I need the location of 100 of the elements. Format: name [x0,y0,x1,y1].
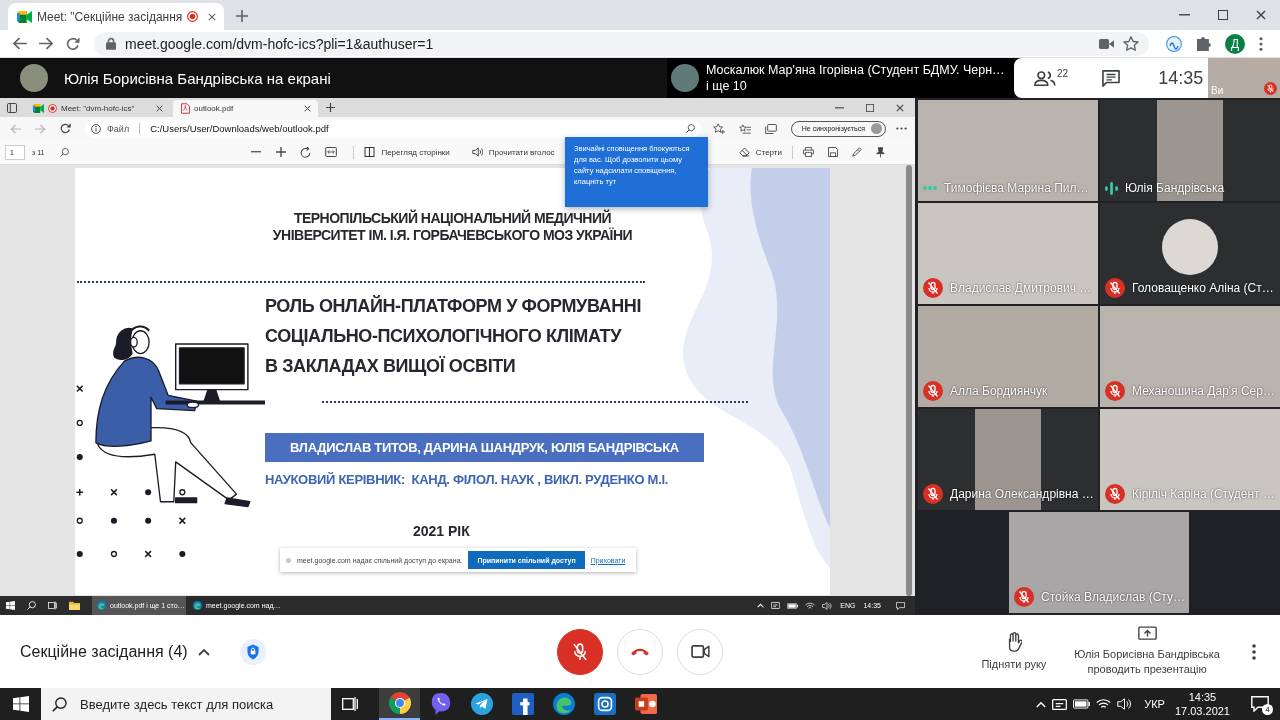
chevron-up-icon[interactable] [757,603,765,608]
page-view-button[interactable]: Перегляд сторінки [364,147,450,157]
shield-lock-icon[interactable] [239,638,266,665]
windows-logo-icon[interactable] [6,601,15,610]
save-icon[interactable] [828,147,838,157]
extension-icon[interactable] [1166,35,1182,52]
language-indicator[interactable]: УКР [1144,698,1165,710]
address-field[interactable]: Файл C:/Users/User/Downloads/web/outlook.pdf [85,119,701,138]
reload-icon[interactable] [66,36,80,51]
favorites-icon[interactable] [738,123,751,134]
browser-tab[interactable]: Meet: "Секційне засідання [8,3,225,30]
mic-off-icon [923,484,943,504]
minimize-icon[interactable] [835,106,844,109]
collections-icon[interactable] [764,123,777,134]
slide-title: РОЛЬ ОНЛАЙН-ПЛАТФОРМ У ФОРМУВАННІ СОЦІАЛЬНО-ПСИХОЛОГІЧНОГО КЛІМАТУ В ЗАКЛАДАХ ВИЩОЇ ОСВІТИ [265,294,641,378]
read-aloud-button[interactable]: Прочитати вголос [471,147,555,157]
notifications-button[interactable]: 4 [1240,688,1280,720]
year-label: 2021 РІК [413,523,470,539]
battery-icon[interactable] [787,602,799,609]
favorite-add-icon[interactable] [712,123,725,134]
volume-icon[interactable] [822,601,833,610]
volume-icon[interactable] [1117,698,1133,710]
minimize-icon[interactable] [1179,14,1190,16]
search-icon[interactable] [27,601,36,610]
video-camera-icon [690,645,710,658]
back-icon[interactable] [12,37,27,50]
clock-button[interactable]: 14:35 17.03.2021 [1174,690,1230,718]
camera-logo-icon [17,10,32,23]
present-icon [1137,626,1157,642]
maximize-icon[interactable] [1218,10,1228,20]
windows-logo-icon[interactable] [13,696,29,712]
participant-name: Кіріліч Каріна (Студент … [1132,487,1275,501]
pin-icon[interactable] [876,146,885,158]
zoom-icon[interactable] [685,124,695,133]
fit-page-icon[interactable] [325,147,338,157]
tray-app-icon[interactable] [1052,696,1068,712]
meeting-details-button[interactable]: Секційне засідання (4) [20,642,210,661]
profile-button[interactable]: Д [1225,33,1245,54]
browser-tab[interactable]: Meet: "dvm-hofc-ics" [25,100,170,117]
presentation-button[interactable]: Юлія Борисівна Бандрівська проводить презентацію [1074,626,1220,677]
mic-button[interactable] [557,628,603,675]
mic-off-icon [1105,381,1125,401]
close-icon[interactable] [156,105,163,112]
pinned-participant-name: Москалюк Мар'яна Ігорівна (Студент БДМУ. Черн… [706,62,1005,78]
people-button[interactable]: 22 [1034,70,1069,86]
close-icon[interactable] [896,103,904,112]
taskbar-button[interactable] [379,688,420,720]
zoom-in-icon[interactable] [276,147,287,157]
maximize-icon[interactable] [866,103,874,112]
supervisor-line: НАУКОВИЙ КЕРІВНИК: КАНД. ФІЛОЛ. НАУК , ВИКЛ. РУДЕНКО М.І. [265,472,669,487]
camera-button[interactable] [677,628,723,675]
participant-name: Алла Бордиянчук [950,384,1048,398]
task-view-icon[interactable] [48,601,57,610]
chat-button[interactable] [1102,69,1121,87]
search-icon[interactable] [60,147,70,157]
institution-heading: ТЕРНОПІЛЬСЬКИЙ НАЦІОНАЛЬНИЙ МЕДИЧНИЙ УНІВЕРСИТЕТ ІМ. І.Я. ГОРБАЧЕВСЬКОГО МОЗ УКРАЇНИ [272,210,633,244]
participant-name: Владислав Дмитрович … [950,281,1092,295]
new-tab-icon[interactable] [326,103,335,112]
search-field[interactable]: Введите здесь текст для поиска [41,688,331,720]
lock-icon[interactable] [106,37,116,50]
wifi-icon[interactable] [1096,698,1112,710]
tab-actions-icon[interactable] [7,102,17,113]
video-camera-icon[interactable] [1099,38,1114,49]
erase-button[interactable]: Стерти [738,147,782,157]
eraser-icon [738,147,750,157]
participant-name: Стойка Владислав (Сту… [1041,590,1185,604]
raise-hand-button[interactable]: Підняти руку [981,631,1047,672]
notification-icon[interactable] [896,601,905,610]
forward-icon[interactable] [39,37,54,50]
scrollbar[interactable] [906,165,912,596]
chevron-up-icon[interactable] [1036,700,1047,708]
new-tab-icon[interactable] [236,10,249,22]
square-app-icon [511,693,534,715]
mic-off-icon [1105,484,1125,504]
wifi-icon[interactable] [805,601,816,610]
draw-icon[interactable] [852,147,862,157]
more-icon[interactable] [1259,36,1263,51]
leave-call-button[interactable] [617,628,663,675]
round-app-icon [388,692,411,714]
battery-icon[interactable] [1073,699,1091,709]
browser-tab[interactable]: outlook.pdf [173,100,318,117]
dot-icon [286,557,291,563]
puzzle-icon[interactable] [1196,36,1211,51]
audio-level-icon [1105,181,1118,195]
url-field[interactable]: meet.google.com/dvm-hofc-ics?pli=1&authuser=1 [94,31,1149,56]
star-icon[interactable] [1123,36,1139,51]
reload-icon[interactable] [60,123,71,134]
task-view-icon[interactable] [342,696,358,712]
print-icon[interactable] [803,147,814,157]
folder-icon[interactable] [69,601,80,610]
close-icon[interactable] [304,105,311,112]
pdf-file-icon [181,103,190,114]
chevron-up-icon [197,647,210,656]
info-icon[interactable] [91,123,101,134]
tray-app-icon[interactable] [771,601,781,610]
more-icon[interactable] [896,127,907,130]
close-icon[interactable] [208,12,217,21]
rotate-icon[interactable] [300,146,312,158]
close-icon[interactable] [1256,10,1266,20]
participant-name: Головащенко Аліна (Ст… [1132,281,1274,295]
